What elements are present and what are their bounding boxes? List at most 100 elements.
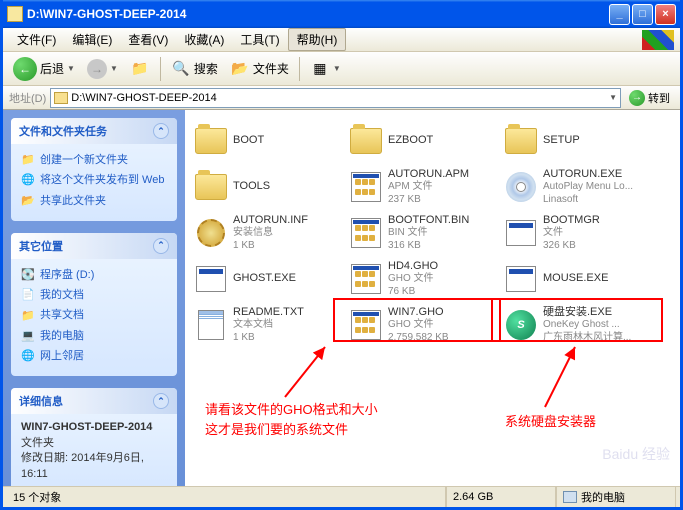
place-shared-documents[interactable]: 📁共享文档 xyxy=(21,305,167,325)
detail-name: WIN7-GHOST-DEEP-2014 xyxy=(21,421,152,433)
window-title: D:\WIN7-GHOST-DEEP-2014 xyxy=(27,7,609,21)
exe-icon xyxy=(503,261,539,297)
chevron-down-icon[interactable]: ▼ xyxy=(609,93,617,102)
file-item[interactable]: SETUP xyxy=(499,118,654,164)
place-network[interactable]: 🌐网上邻居 xyxy=(21,346,167,366)
panel-details-header[interactable]: 详细信息 ⌃ xyxy=(11,388,177,414)
file-name: AUTORUN.EXE xyxy=(543,168,633,182)
place-my-documents[interactable]: 📄我的文档 xyxy=(21,285,167,305)
file-item[interactable]: AUTORUN.EXEAutoPlay Menu Lo...Linasoft xyxy=(499,164,654,210)
annotation-1: 请看该文件的GHO格式和大小 这才是我们要的系统文件 xyxy=(205,400,378,439)
folder-icon xyxy=(193,123,229,159)
task-new-folder[interactable]: 📁创建一个新文件夹 xyxy=(21,150,167,170)
minimize-button[interactable]: _ xyxy=(609,4,630,25)
file-name: TOOLS xyxy=(233,180,270,194)
panel-other-header[interactable]: 其它位置 ⌃ xyxy=(11,233,177,259)
new-folder-icon: 📁 xyxy=(21,153,35,167)
up-button[interactable]: 📁 xyxy=(126,57,154,81)
exe-icon xyxy=(503,215,539,251)
folder-icon xyxy=(348,123,384,159)
chevron-down-icon: ▼ xyxy=(333,64,341,73)
status-location: 我的电脑 xyxy=(556,487,676,507)
menu-help[interactable]: 帮助(H) xyxy=(288,28,347,51)
chevron-down-icon: ▼ xyxy=(110,64,118,73)
panel-other-places: 其它位置 ⌃ 💽程序盘 (D:) 📄我的文档 📁共享文档 💻我的电脑 🌐网上邻居 xyxy=(11,233,177,376)
forward-arrow-icon: → xyxy=(87,59,107,79)
file-name: EZBOOT xyxy=(388,134,433,148)
file-name: BOOTFONT.BIN xyxy=(388,214,469,228)
panel-title: 详细信息 xyxy=(19,393,63,409)
file-item[interactable]: TOOLS xyxy=(189,164,344,210)
file-name: AUTORUN.APM xyxy=(388,168,469,182)
app-icon xyxy=(348,261,384,297)
file-item[interactable]: AUTORUN.INF安装信息1 KB xyxy=(189,210,344,256)
app-icon xyxy=(348,169,384,205)
file-name: README.TXT xyxy=(233,306,304,320)
views-icon: ▦ xyxy=(310,59,330,79)
menu-file[interactable]: 文件(F) xyxy=(9,29,64,50)
folder-icon xyxy=(193,169,229,205)
separator xyxy=(160,57,161,81)
menu-tools[interactable]: 工具(T) xyxy=(232,29,287,50)
status-count: 15 个对象 xyxy=(7,487,446,507)
panel-details: 详细信息 ⌃ WIN7-GHOST-DEEP-2014 文件夹 修改日期: 20… xyxy=(11,388,177,486)
file-name: BOOT xyxy=(233,134,264,148)
file-item[interactable]: BOOT xyxy=(189,118,344,164)
documents-icon: 📄 xyxy=(21,288,35,302)
place-my-computer[interactable]: 💻我的电脑 xyxy=(21,326,167,346)
search-button[interactable]: 🔍 搜索 xyxy=(167,57,222,81)
folder-icon xyxy=(503,123,539,159)
place-drive-d[interactable]: 💽程序盘 (D:) xyxy=(21,265,167,285)
separator xyxy=(299,57,300,81)
file-item[interactable]: EZBOOT xyxy=(344,118,499,164)
search-icon: 🔍 xyxy=(171,59,191,79)
address-label: 地址(D) xyxy=(9,90,46,106)
folder-icon xyxy=(7,6,23,22)
panel-tasks: 文件和文件夹任务 ⌃ 📁创建一个新文件夹 🌐将这个文件夹发布到 Web 📂共享此… xyxy=(11,118,177,221)
file-item[interactable]: HD4.GHOGHO 文件76 KB xyxy=(344,256,499,302)
back-button[interactable]: ← 后退 ▼ xyxy=(9,55,79,83)
shared-folder-icon: 📁 xyxy=(21,309,35,323)
detail-modified-label: 修改日期: xyxy=(21,452,68,464)
go-button[interactable]: → 转到 xyxy=(625,90,674,106)
folder-icon xyxy=(54,92,68,104)
file-name: MOUSE.EXE xyxy=(543,272,608,286)
gear-icon xyxy=(193,215,229,251)
file-item[interactable]: S硬盘安装.EXEOneKey Ghost ...广东雨林木风计算... xyxy=(499,302,654,348)
maximize-button[interactable]: □ xyxy=(632,4,653,25)
panel-title: 其它位置 xyxy=(19,238,63,254)
network-icon: 🌐 xyxy=(21,349,35,363)
file-item[interactable]: WIN7.GHOGHO 文件2,759,582 KB xyxy=(344,302,499,348)
panel-title: 文件和文件夹任务 xyxy=(19,123,107,139)
menu-view[interactable]: 查看(V) xyxy=(120,29,176,50)
file-name: HD4.GHO xyxy=(388,260,438,274)
file-item[interactable]: AUTORUN.APMAPM 文件237 KB xyxy=(344,164,499,210)
go-arrow-icon: → xyxy=(629,90,645,106)
statusbar: 15 个对象 2.64 GB 我的电脑 xyxy=(3,486,680,507)
folders-button[interactable]: 📂 文件夹 xyxy=(226,57,293,81)
views-button[interactable]: ▦ ▼ xyxy=(306,57,345,81)
disc-icon xyxy=(503,169,539,205)
explorer-window: D:\WIN7-GHOST-DEEP-2014 _ □ × 文件(F) 编辑(E… xyxy=(0,0,683,510)
task-publish-web[interactable]: 🌐将这个文件夹发布到 Web xyxy=(21,170,167,190)
panel-tasks-header[interactable]: 文件和文件夹任务 ⌃ xyxy=(11,118,177,144)
file-item[interactable]: BOOTMGR文件326 KB xyxy=(499,210,654,256)
menu-favorites[interactable]: 收藏(A) xyxy=(176,29,232,50)
file-name: 硬盘安装.EXE xyxy=(543,306,631,320)
sidebar: 文件和文件夹任务 ⌃ 📁创建一个新文件夹 🌐将这个文件夹发布到 Web 📂共享此… xyxy=(3,110,185,486)
file-list-pane[interactable]: BOOT EZBOOT SETUP TOOLS AUTORUN.APMAPM 文件237… xyxy=(185,110,680,486)
file-item[interactable]: README.TXT文本文档1 KB xyxy=(189,302,344,348)
detail-type: 文件夹 xyxy=(21,437,54,449)
file-item[interactable]: MOUSE.EXE xyxy=(499,256,654,302)
app-icon xyxy=(348,215,384,251)
file-item[interactable]: BOOTFONT.BINBIN 文件316 KB xyxy=(344,210,499,256)
titlebar[interactable]: D:\WIN7-GHOST-DEEP-2014 _ □ × xyxy=(3,0,680,28)
exe-icon xyxy=(193,261,229,297)
close-button[interactable]: × xyxy=(655,4,676,25)
file-item[interactable]: GHOST.EXE xyxy=(189,256,344,302)
watermark: Baidu 经验 xyxy=(602,444,670,464)
address-input[interactable]: D:\WIN7-GHOST-DEEP-2014 ▼ xyxy=(50,88,621,108)
task-share-folder[interactable]: 📂共享此文件夹 xyxy=(21,191,167,211)
menu-edit[interactable]: 编辑(E) xyxy=(64,29,120,50)
forward-button[interactable]: → ▼ xyxy=(83,57,122,81)
